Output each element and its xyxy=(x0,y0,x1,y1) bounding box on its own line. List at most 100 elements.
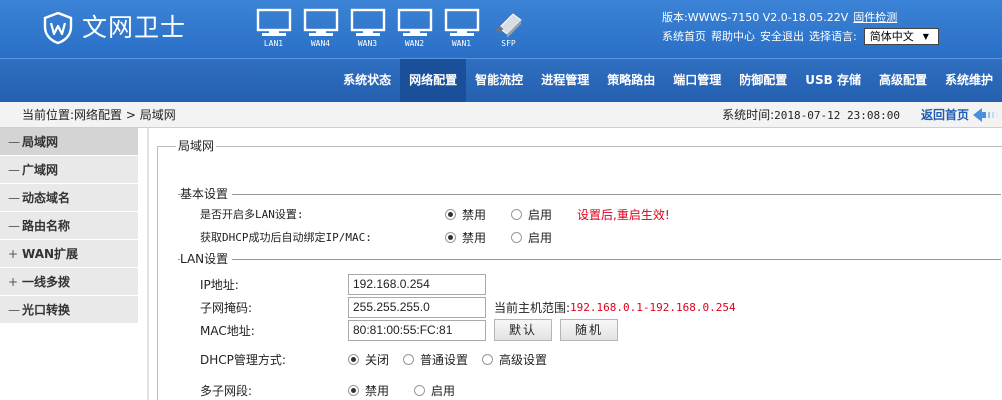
sidebar-item-label: 局域网 xyxy=(22,134,59,149)
sidebar-item-0[interactable]: — 局域网 xyxy=(0,128,138,156)
mask-label: 子网掩码: xyxy=(200,300,253,315)
system-time-value: 2018-07-12 23:08:00 xyxy=(774,109,900,122)
nav-item-6[interactable]: 防御配置 xyxy=(730,59,796,102)
collapse-icon: — xyxy=(8,218,20,233)
nav-item-0[interactable]: 系统状态 xyxy=(334,59,400,102)
ip-input[interactable]: 192.168.0.254 xyxy=(348,273,486,295)
basic-group-divider xyxy=(178,194,1001,195)
sidebar-item-5[interactable]: + 一线多拨 xyxy=(0,268,138,296)
port-label: WAN4 xyxy=(310,39,331,48)
subnet-mask-input[interactable]: 255.255.255.0 xyxy=(348,296,486,318)
collapse-icon: — xyxy=(8,190,20,205)
logout-link[interactable]: 安全退出 xyxy=(760,27,804,46)
dhcp-bind-row: 获取DHCP成功后自动绑定IP/MAC: 禁用 启用 xyxy=(200,226,577,248)
sidebar-item-4[interactable]: + WAN扩展 xyxy=(0,240,138,268)
dhcp-mode-row: DHCP管理方式: 关闭 普通设置 高级设置 xyxy=(200,348,547,370)
port-sfp: SFP xyxy=(485,8,532,54)
dhcp-bind-label: 获取DHCP成功后自动绑定IP/MAC: xyxy=(200,231,372,244)
radio-dot xyxy=(348,384,359,396)
port-label: WAN3 xyxy=(357,39,378,48)
home-page-link[interactable]: 系统首页 xyxy=(662,27,706,46)
subnet-disable-radio[interactable]: 禁用 xyxy=(348,382,414,399)
system-time: 系统时间:2018-07-12 23:08:00 xyxy=(722,102,900,129)
language-selected-value: 简体中文 xyxy=(869,30,914,43)
nav-item-5[interactable]: 端口管理 xyxy=(664,59,730,102)
ethernet-port-icon xyxy=(256,8,291,36)
main-nav: 系统状态 网络配置 智能流控 进程管理 策略路由 端口管理 防御配置 USB 存储 高级配置 系统… xyxy=(0,58,1002,102)
radio-label: 禁用 xyxy=(365,383,390,398)
sidebar-divider xyxy=(147,128,149,400)
nav-item-1[interactable]: 网络配置 xyxy=(400,59,467,102)
dhcp-off-radio[interactable]: 关闭 xyxy=(348,351,389,368)
multi-lan-disable-radio[interactable]: 禁用 xyxy=(445,206,511,223)
multi-lan-enable-radio[interactable]: 启用 xyxy=(511,206,577,223)
sidebar: — 局域网 — 广域网 — 动态域名 — 路由名称 + WAN扩展 + 一线多拨 — 光口转换 xyxy=(0,128,138,400)
ip-row: IP地址: 192.168.0.254 xyxy=(200,273,486,295)
radio-dot xyxy=(511,231,522,243)
radio-label: 启用 xyxy=(431,383,456,398)
dhcp-bind-disable-radio[interactable]: 禁用 xyxy=(445,229,511,246)
dhcp-normal-radio[interactable]: 普通设置 xyxy=(403,351,468,368)
mac-input[interactable]: 80:81:00:55:FC:81 xyxy=(348,319,486,341)
port-wan4: WAN4 xyxy=(297,8,344,54)
subnet-enable-radio[interactable]: 启用 xyxy=(414,382,455,399)
dhcp-bind-enable-radio[interactable]: 启用 xyxy=(511,229,577,246)
expand-icon: + xyxy=(8,274,19,289)
sidebar-item-6[interactable]: — 光口转换 xyxy=(0,296,138,324)
sidebar-item-label: 路由名称 xyxy=(22,218,71,233)
collapse-icon: — xyxy=(8,134,20,149)
header-bar: 文网卫士 LAN1 WAN4 WAN3 WAN2 WAN1 SFP 版本:WWWS-715… xyxy=(0,0,1002,58)
radio-dot xyxy=(445,231,456,243)
multi-lan-label: 是否开启多LAN设置: xyxy=(200,208,304,221)
radio-label: 高级设置 xyxy=(499,352,548,367)
lan-group-title: LAN设置 xyxy=(180,251,233,267)
nav-item-7[interactable]: USB 存储 xyxy=(796,59,870,102)
nav-item-9[interactable]: 系统维护 xyxy=(936,59,1002,102)
port-label: SFP xyxy=(501,39,516,48)
nav-item-8[interactable]: 高级配置 xyxy=(870,59,936,102)
nav-item-3[interactable]: 进程管理 xyxy=(532,59,598,102)
brand-name: 文网卫士 xyxy=(82,13,187,42)
main-content: 局域网 基本设置 是否开启多LAN设置: 禁用 启用 设置后,重启生效! 获取D… xyxy=(157,128,1002,400)
firmware-check-link[interactable]: 固件检测 xyxy=(853,8,897,27)
radio-dot xyxy=(482,353,494,365)
ethernet-port-icon xyxy=(303,8,338,36)
mac-row: MAC地址: 80:81:00:55:FC:81 默认 随机 xyxy=(200,319,619,341)
sidebar-item-2[interactable]: — 动态域名 xyxy=(0,184,138,212)
radio-label: 关闭 xyxy=(365,352,390,367)
port-label: LAN1 xyxy=(263,39,284,48)
sidebar-item-3[interactable]: — 路由名称 xyxy=(0,212,138,240)
port-label: WAN1 xyxy=(451,39,472,48)
header-info: 版本:WWWS-7150 V2.0-18.05.22V 固件检测 系统首页 帮助… xyxy=(662,8,982,46)
language-select[interactable]: 简体中文 ▼ xyxy=(863,28,939,45)
version-text: 版本:WWWS-7150 V2.0-18.05.22V xyxy=(662,11,849,24)
sidebar-item-label: 一线多拨 xyxy=(22,274,71,289)
dhcp-advanced-radio[interactable]: 高级设置 xyxy=(482,351,547,368)
nav-item-4[interactable]: 策略路由 xyxy=(598,59,664,102)
random-mac-button[interactable]: 随机 xyxy=(560,319,619,341)
lan-panel: 局域网 基本设置 是否开启多LAN设置: 禁用 启用 设置后,重启生效! 获取D… xyxy=(157,138,1002,400)
radio-dot xyxy=(414,384,425,396)
collapse-icon: — xyxy=(8,162,20,177)
port-label: WAN2 xyxy=(404,39,425,48)
back-home-label: 返回首页 xyxy=(920,108,969,122)
default-mac-button[interactable]: 默认 xyxy=(494,319,553,341)
lan-group-divider xyxy=(178,259,1001,260)
radio-label: 禁用 xyxy=(462,230,487,245)
panel-legend: 局域网 xyxy=(176,138,217,154)
breadcrumb: 当前位置:网络配置 > 局域网 xyxy=(22,108,176,122)
chevron-down-icon: ▼ xyxy=(922,32,929,41)
ethernet-port-icon xyxy=(444,8,479,36)
sidebar-item-label: 广域网 xyxy=(22,162,59,177)
sidebar-item-1[interactable]: — 广域网 xyxy=(0,156,138,184)
port-lan1: LAN1 xyxy=(250,8,297,54)
radio-dot xyxy=(511,208,522,220)
brand-logo: 文网卫士 xyxy=(42,8,186,48)
port-status-strip: LAN1 WAN4 WAN3 WAN2 WAN1 SFP xyxy=(250,8,532,54)
nav-item-2[interactable]: 智能流控 xyxy=(466,59,532,102)
arrow-left-icon xyxy=(973,108,998,122)
dhcp-mode-label: DHCP管理方式: xyxy=(200,352,286,367)
radio-label: 禁用 xyxy=(462,207,487,222)
back-home-link[interactable]: 返回首页 xyxy=(921,102,998,128)
help-center-link[interactable]: 帮助中心 xyxy=(711,27,755,46)
